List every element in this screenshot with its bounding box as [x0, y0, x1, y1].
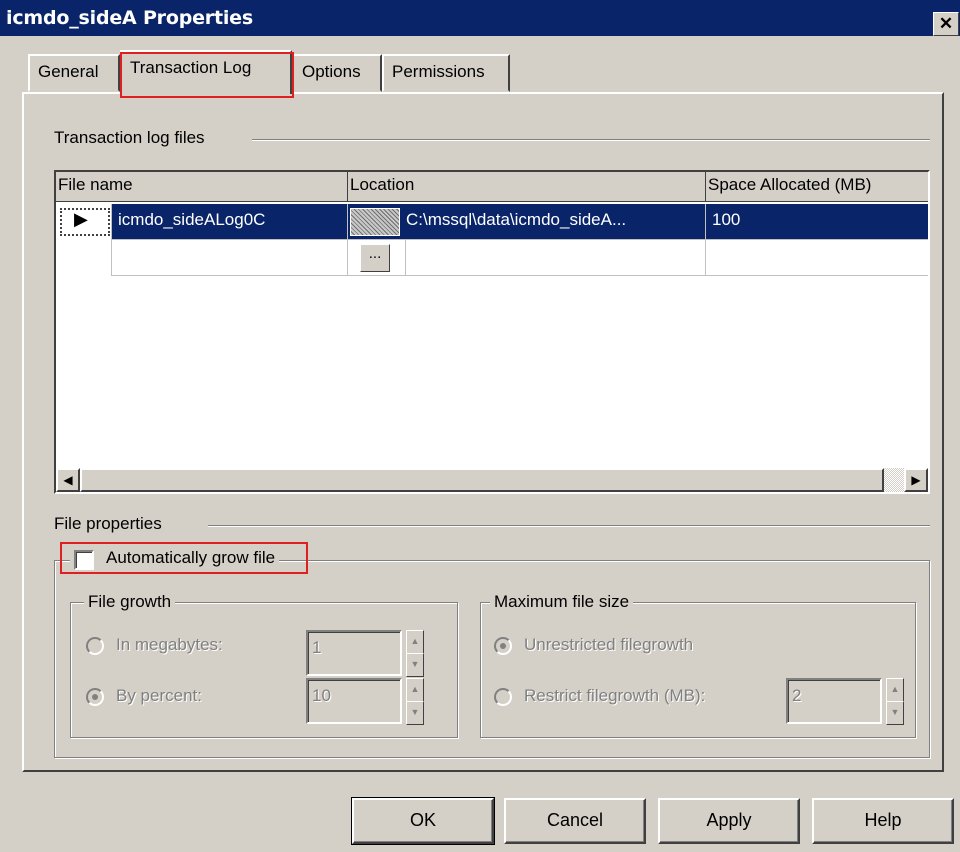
auto-grow-option[interactable]: Automatically grow file — [70, 548, 280, 570]
apply-button[interactable]: Apply — [658, 798, 800, 844]
properties-dialog: icmdo_sideA Properties ✕ General Transac… — [0, 0, 960, 852]
help-button[interactable]: Help — [812, 798, 954, 844]
title-bar[interactable]: icmdo_sideA Properties ✕ — [0, 0, 960, 36]
ok-button[interactable]: OK — [351, 797, 495, 845]
close-icon: ✕ — [938, 14, 954, 33]
tab-transaction-log-label: Transaction Log — [130, 58, 252, 77]
auto-grow-label: Automatically grow file — [106, 548, 276, 567]
tab-page — [22, 92, 944, 772]
auto-grow-checkbox[interactable] — [74, 550, 94, 570]
max-file-size-label: Maximum file size — [490, 592, 634, 612]
tab-options-label: Options — [302, 62, 361, 81]
tab-options[interactable]: Options — [292, 54, 382, 92]
tab-permissions[interactable]: Permissions — [382, 54, 510, 92]
tab-permissions-label: Permissions — [392, 62, 485, 81]
file-properties-label: File properties — [54, 514, 168, 534]
tab-general-label: General — [38, 62, 99, 81]
close-button[interactable]: ✕ — [933, 12, 959, 36]
tab-general[interactable]: General — [28, 54, 120, 92]
log-files-group-label: Transaction log files — [54, 128, 211, 148]
cancel-button[interactable]: Cancel — [504, 798, 646, 844]
window-title: icmdo_sideA Properties — [6, 7, 253, 29]
file-growth-label: File growth — [84, 592, 176, 612]
tab-transaction-log[interactable]: Transaction Log — [120, 50, 292, 94]
